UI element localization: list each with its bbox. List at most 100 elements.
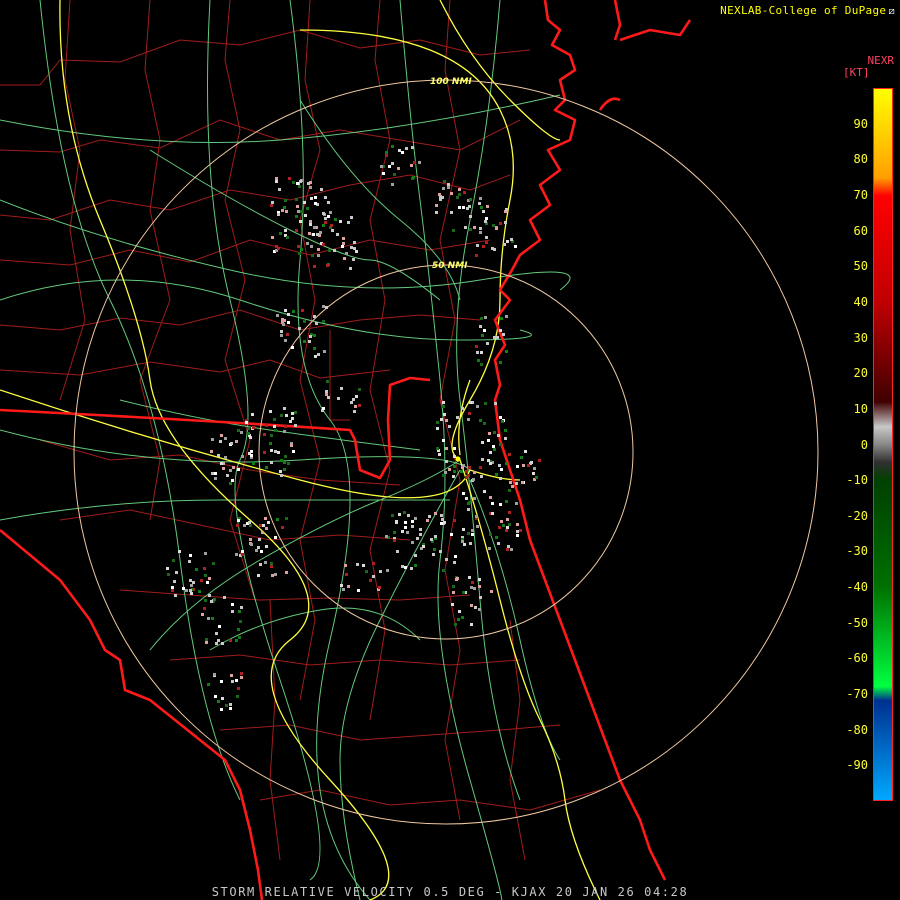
echo-pixel <box>322 305 325 308</box>
echo-pixel <box>404 521 407 524</box>
echo-pixel <box>440 418 443 421</box>
echo-pixel <box>426 519 429 522</box>
echo-pixel <box>473 587 476 590</box>
echo-pixel <box>331 229 334 232</box>
echo-pixel <box>497 542 500 545</box>
echo-pixel <box>411 525 414 528</box>
echo-pixel <box>306 207 309 210</box>
echo-pixel <box>457 618 460 621</box>
echo-pixel <box>325 390 328 393</box>
echo-pixel <box>220 462 223 465</box>
echo-pixel <box>369 579 372 582</box>
echo-pixel <box>498 526 501 529</box>
echo-pixel <box>295 229 298 232</box>
echo-pixel <box>269 410 272 413</box>
echo-pixel <box>284 455 287 458</box>
echo-pixel <box>473 471 476 474</box>
colorbar-tick-label: -40 <box>846 580 868 595</box>
echo-pixel <box>484 220 487 223</box>
echo-pixel <box>284 199 287 202</box>
colorbar-tick-label: -30 <box>846 544 868 559</box>
echo-pixel <box>300 210 303 213</box>
echo-pixel <box>378 586 381 589</box>
echo-pixel <box>480 206 483 209</box>
echo-pixel <box>519 529 522 532</box>
echo-pixel <box>241 455 244 458</box>
echo-pixel <box>231 479 234 482</box>
echo-pixel <box>472 478 475 481</box>
echo-pixel <box>469 198 472 201</box>
echo-pixel <box>284 339 287 342</box>
echo-pixel <box>262 524 265 527</box>
echo-pixel <box>441 196 444 199</box>
echo-pixel <box>221 697 224 700</box>
colorbar-tick-label: 0 <box>860 437 868 452</box>
echo-pixel <box>492 224 495 227</box>
echo-pixel <box>297 210 300 213</box>
echo-pixel <box>312 233 315 236</box>
echo-pixel <box>468 576 471 579</box>
product-label: NEXR <box>867 54 895 67</box>
echo-pixel <box>283 430 286 433</box>
echo-pixel <box>311 254 314 257</box>
echo-pixel <box>306 242 309 245</box>
echo-pixel <box>447 183 450 186</box>
echo-pixel <box>391 162 394 165</box>
echo-pixel <box>481 441 484 444</box>
echo-pixel <box>271 236 274 239</box>
echo-pixel <box>454 623 457 626</box>
echo-pixel <box>189 579 192 582</box>
echo-pixel <box>412 176 415 179</box>
echo-pixel <box>270 204 273 207</box>
echo-pixel <box>514 245 517 248</box>
echo-pixel <box>504 429 507 432</box>
echo-pixel <box>508 523 511 526</box>
echo-pixel <box>212 562 215 565</box>
echo-pixel <box>204 599 207 602</box>
echo-pixel <box>495 473 498 476</box>
echo-pixel <box>476 244 479 247</box>
echo-pixel <box>290 444 293 447</box>
echo-pixel <box>443 413 446 416</box>
echo-pixel <box>493 336 496 339</box>
echo-pixel <box>295 198 298 201</box>
echo-pixel <box>479 466 482 469</box>
echo-pixel <box>190 592 193 595</box>
echo-pixel <box>317 248 320 251</box>
colorbar-tick-label: 70 <box>853 187 868 202</box>
echo-pixel <box>452 229 455 232</box>
echo-pixel <box>391 514 394 517</box>
echo-pixel <box>494 402 497 405</box>
echo-pixel <box>342 237 345 240</box>
echo-pixel <box>273 425 276 428</box>
echo-pixel <box>322 243 325 246</box>
echo-pixel <box>481 458 484 461</box>
echo-pixel <box>343 257 346 260</box>
echo-pixel <box>270 449 273 452</box>
echo-pixel <box>379 570 382 573</box>
echo-pixel <box>445 558 448 561</box>
echo-pixel <box>489 451 492 454</box>
echo-pixel <box>469 401 472 404</box>
echo-pixel <box>341 245 344 248</box>
echo-pixel <box>462 528 465 531</box>
echo-pixel <box>326 380 329 383</box>
echo-pixel <box>198 590 201 593</box>
echo-pixel <box>524 450 527 453</box>
echo-pixel <box>504 437 507 440</box>
echo-pixel <box>382 172 385 175</box>
range-label-50: 50 NMI <box>432 261 468 271</box>
echo-pixel <box>229 482 232 485</box>
echo-pixel <box>478 578 481 581</box>
echo-pixel <box>277 247 280 250</box>
echo-pixel <box>484 316 487 319</box>
echo-pixel <box>323 350 326 353</box>
colorbar-tick-label: -80 <box>846 722 868 737</box>
credit-label: NEXLAB-College of DuPage ⧄ <box>720 4 895 17</box>
echo-pixel <box>291 417 294 420</box>
echo-pixel <box>411 541 414 544</box>
echo-pixel <box>287 462 290 465</box>
echo-pixel <box>401 530 404 533</box>
echo-pixel <box>264 517 267 520</box>
echo-pixel <box>340 584 343 587</box>
